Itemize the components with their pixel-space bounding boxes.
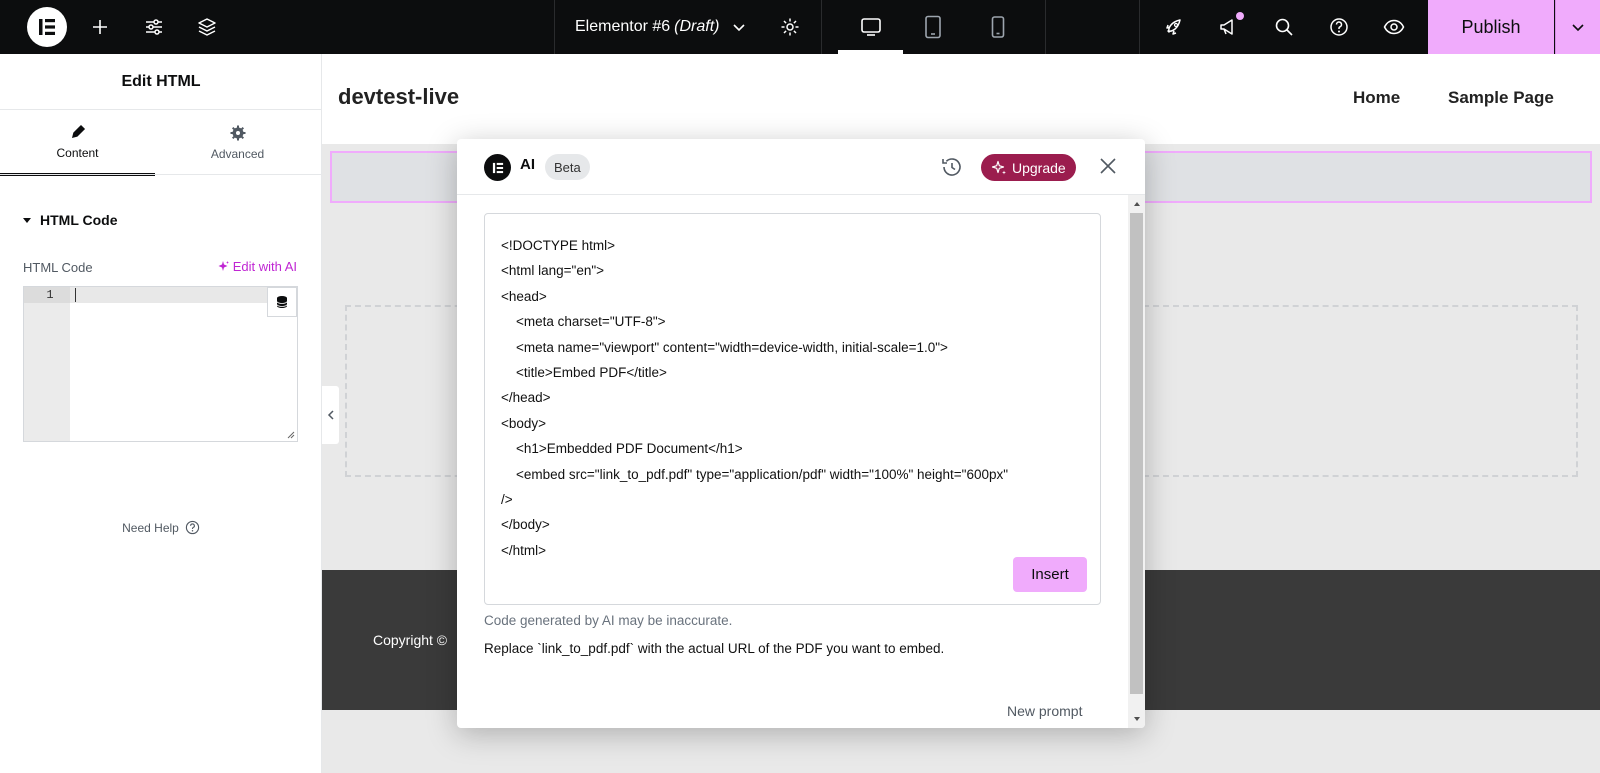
rocket-icon[interactable] — [1160, 0, 1188, 54]
add-element-icon[interactable] — [86, 0, 114, 54]
publish-button[interactable]: Publish — [1428, 0, 1554, 54]
line-gutter — [24, 287, 70, 441]
nav-link-home[interactable]: Home — [1353, 88, 1400, 108]
collapse-panel-toggle[interactable] — [322, 386, 339, 444]
site-title[interactable]: devtest-live — [338, 84, 459, 110]
notification-dot — [1236, 12, 1244, 20]
section-title: HTML Code — [40, 212, 118, 228]
tab-advanced[interactable]: Advanced — [160, 110, 315, 176]
tablet-view-icon[interactable] — [903, 0, 963, 54]
resize-handle-icon[interactable] — [287, 431, 295, 439]
document-status: (Draft) — [674, 18, 720, 35]
generated-code: <!DOCTYPE html> <html lang="en"> <head> … — [501, 238, 1009, 558]
chevron-down-icon — [732, 24, 745, 32]
tab-content-label: Content — [56, 145, 99, 160]
dynamic-tags-database-icon[interactable] — [267, 287, 297, 317]
sparkle-icon — [991, 160, 1006, 174]
whats-new-megaphone-icon[interactable] — [1215, 0, 1243, 54]
elementor-logo-icon[interactable] — [27, 7, 67, 47]
footer-copyright: Copyright © — [373, 632, 448, 648]
ai-dialog-title: AI — [520, 156, 535, 173]
html-code-editor[interactable]: 1 — [23, 286, 298, 442]
edit-with-ai-button[interactable]: Edit with AI — [217, 259, 297, 274]
site-settings-icon[interactable] — [140, 0, 168, 54]
layers-icon[interactable] — [193, 0, 221, 54]
upgrade-button[interactable]: Upgrade — [981, 154, 1076, 181]
search-icon[interactable] — [1270, 0, 1298, 54]
ai-dialog-header: AI Beta Upgrade — [457, 139, 1145, 195]
help-icon[interactable] — [1325, 0, 1353, 54]
insert-button[interactable]: Insert — [1013, 557, 1087, 592]
history-icon[interactable] — [939, 154, 965, 185]
upgrade-label: Upgrade — [1012, 159, 1066, 176]
caret-down-icon — [23, 218, 31, 223]
elementor-ai-logo-icon — [484, 154, 511, 181]
scroll-down-arrow-icon[interactable] — [1128, 712, 1145, 726]
document-name: Elementor #6 — [575, 18, 671, 35]
generated-code-textarea[interactable]: <!DOCTYPE html> <html lang="en"> <head> … — [484, 213, 1101, 605]
need-help-link[interactable]: Need Help — [0, 520, 322, 535]
top-bar: Elementor #6 (Draft) Publish — [0, 0, 1600, 54]
scroll-up-arrow-icon[interactable] — [1128, 197, 1145, 211]
field-label: HTML Code — [23, 260, 93, 275]
ai-dialog: AI Beta Upgrade <!DOCTYPE html> <html la… — [457, 139, 1145, 728]
editor-panel: Edit HTML Content Advanced HTML Code HTM… — [0, 54, 322, 773]
document-title[interactable]: Elementor #6 (Draft) — [575, 0, 746, 54]
site-header — [322, 54, 1600, 144]
text-cursor — [75, 288, 76, 302]
chevron-left-icon — [327, 410, 334, 420]
need-help-label: Need Help — [122, 520, 179, 535]
panel-title: Edit HTML — [0, 54, 322, 110]
new-prompt-button[interactable]: New prompt — [1007, 703, 1082, 719]
nav-link-sample-page[interactable]: Sample Page — [1448, 88, 1554, 108]
tab-content[interactable]: Content — [0, 110, 155, 176]
gear-icon — [230, 125, 245, 141]
edit-with-ai-label: Edit with AI — [232, 259, 297, 274]
beta-badge: Beta — [545, 154, 590, 180]
desktop-view-icon[interactable] — [838, 0, 903, 54]
section-html-code[interactable]: HTML Code — [22, 212, 118, 228]
page-settings-gear-icon[interactable] — [776, 0, 804, 54]
scrollbar-thumb[interactable] — [1130, 213, 1143, 694]
ai-explanation: Replace `link_to_pdf.pdf` with the actua… — [484, 641, 945, 656]
help-circle-icon — [185, 520, 199, 535]
publish-options-chevron-icon[interactable] — [1555, 0, 1600, 54]
tab-advanced-label: Advanced — [210, 147, 265, 161]
sparkle-icon — [218, 261, 229, 271]
pencil-icon — [71, 124, 85, 138]
close-icon[interactable] — [1097, 155, 1119, 182]
ai-disclaimer: Code generated by AI may be inaccurate. — [484, 613, 733, 628]
mobile-view-icon[interactable] — [968, 0, 1028, 54]
preview-eye-icon[interactable] — [1380, 0, 1408, 54]
line-number: 1 — [24, 287, 70, 303]
